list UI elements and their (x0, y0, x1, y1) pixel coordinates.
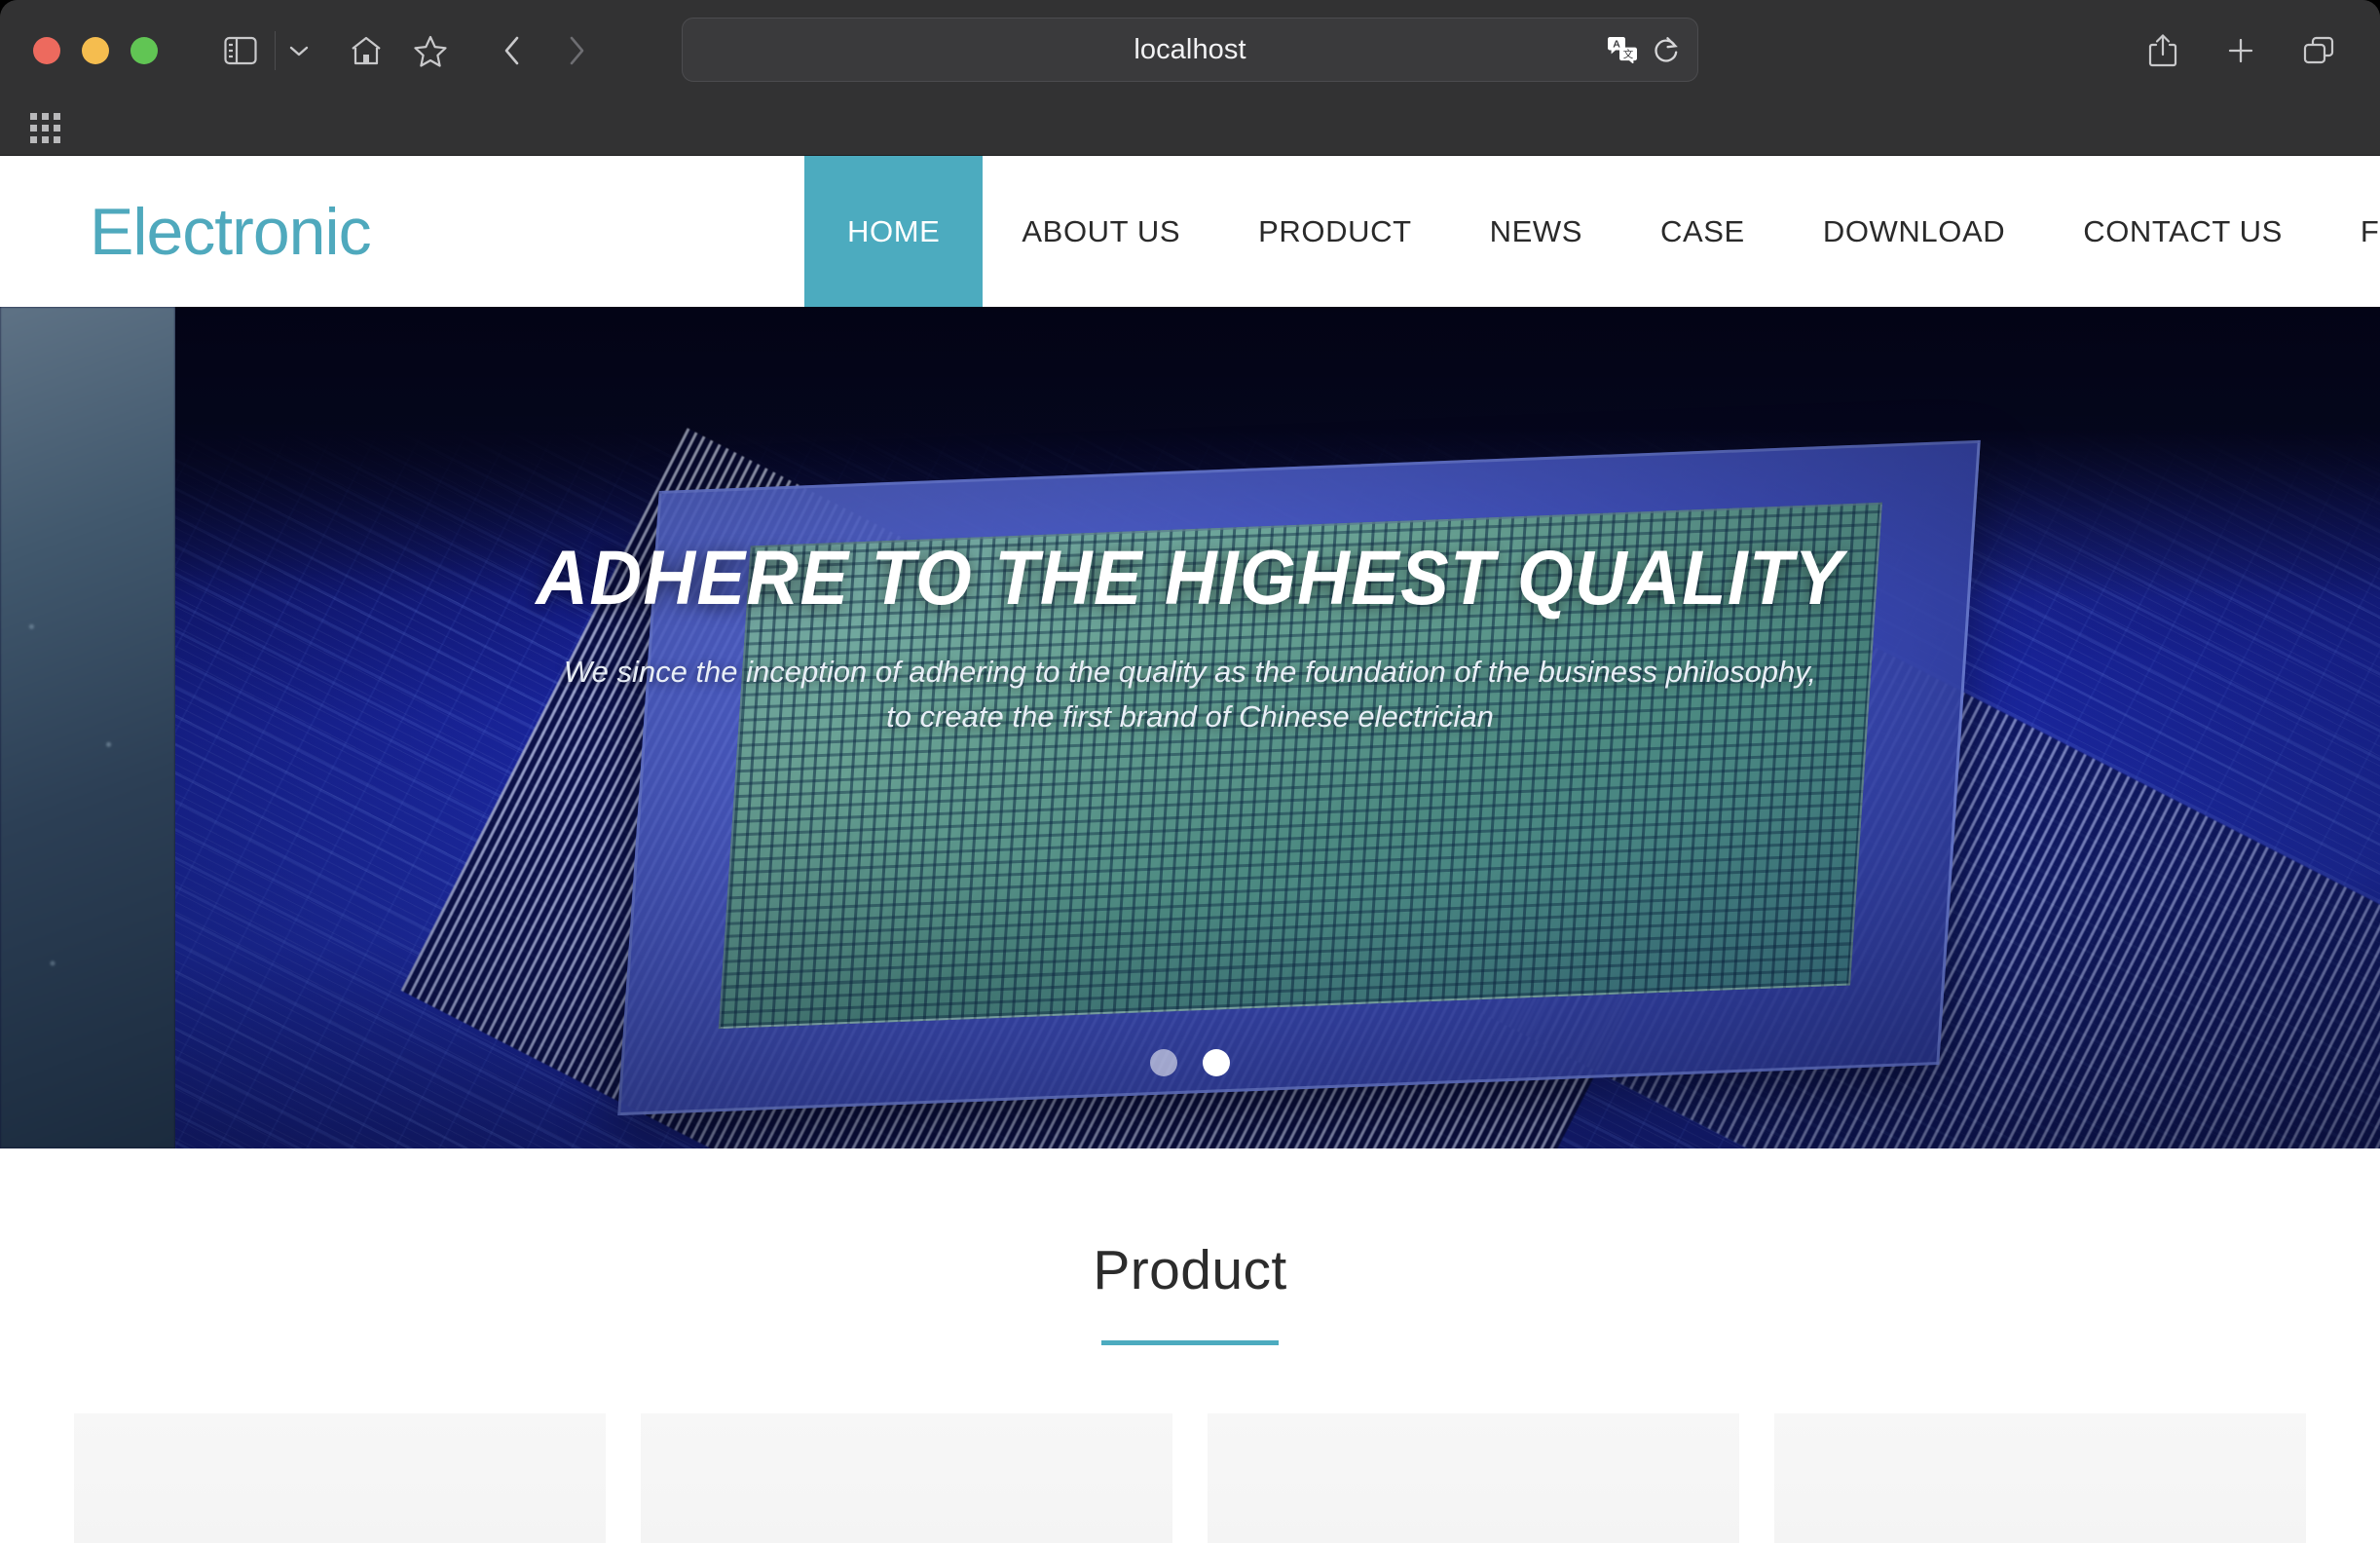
browser-toolbar: localhost A 文 (0, 0, 2380, 101)
window-controls (33, 37, 158, 64)
grid-dot (53, 113, 60, 120)
svg-text:A: A (1613, 39, 1620, 51)
sidebar-toggle-icon[interactable] (208, 19, 273, 83)
main-navigation: HOME ABOUT US PRODUCT NEWS CASE DOWNLOAD… (804, 156, 2380, 307)
translate-icon[interactable]: A 文 (1606, 36, 1639, 63)
nav-item-download[interactable]: DOWNLOAD (1784, 156, 2044, 307)
hero-subtitle-line-2: to create the first brand of Chinese ele… (886, 698, 1494, 734)
product-section: Product (0, 1148, 2380, 1543)
product-section-underline (1101, 1340, 1279, 1345)
site-logo-text: Electronic (90, 194, 372, 269)
product-card[interactable] (1774, 1413, 2306, 1543)
apps-grid-dots (29, 113, 60, 143)
grid-dot (41, 136, 49, 143)
new-tab-icon[interactable] (2209, 19, 2273, 83)
product-grid (0, 1413, 2380, 1543)
hero-copy: ADHERE TO THE HIGHEST QUALITY We since t… (0, 533, 2380, 737)
carousel-dot-1[interactable] (1150, 1049, 1177, 1076)
chevron-down-icon[interactable] (278, 19, 320, 83)
hero-subtitle-line-1: We since the inception of adhering to th… (563, 655, 1817, 689)
nav-item-contact-us[interactable]: CONTACT US (2044, 156, 2322, 307)
apps-grid-icon[interactable] (18, 106, 72, 151)
carousel-dot-2[interactable] (1203, 1049, 1230, 1076)
home-icon[interactable] (334, 19, 398, 83)
nav-item-news[interactable]: NEWS (1451, 156, 1621, 307)
minimize-window-button[interactable] (82, 37, 109, 64)
product-section-title: Product (1093, 1239, 1287, 1301)
reload-icon[interactable] (1653, 35, 1680, 64)
product-card[interactable] (641, 1413, 1172, 1543)
svg-text:文: 文 (1623, 48, 1634, 60)
grid-dot (53, 136, 60, 143)
toolbar-right-actions (2131, 0, 2351, 101)
nav-item-case[interactable]: CASE (1621, 156, 1784, 307)
back-icon[interactable] (480, 19, 544, 83)
favorites-bar (0, 101, 2380, 156)
grid-dot (41, 125, 49, 132)
address-bar-text[interactable]: localhost (1134, 34, 1246, 66)
navigation-controls (208, 19, 609, 83)
address-bar-container: localhost A 文 (682, 18, 1698, 82)
carousel-indicators (0, 1049, 2380, 1076)
hero-title: ADHERE TO THE HIGHEST QUALITY (536, 534, 1844, 621)
share-icon[interactable] (2131, 19, 2195, 83)
nav-item-product[interactable]: PRODUCT (1219, 156, 1450, 307)
browser-window: localhost A 文 Electronic HOME ABOUT US P… (0, 0, 2380, 1543)
close-window-button[interactable] (33, 37, 60, 64)
forward-icon[interactable] (544, 19, 609, 83)
grid-dot (29, 113, 37, 120)
toolbar-divider (275, 31, 276, 70)
address-bar-actions: A 文 (1606, 19, 1680, 81)
nav-item-feedback[interactable]: FEEDBACK (2322, 156, 2380, 307)
nav-item-about-us[interactable]: ABOUT US (983, 156, 1219, 307)
site-logo[interactable]: Electronic (0, 156, 804, 307)
grid-dot (29, 136, 37, 143)
grid-dot (41, 113, 49, 120)
nav-item-home[interactable]: HOME (804, 156, 984, 307)
address-bar[interactable]: localhost A 文 (682, 18, 1698, 82)
grid-dot (53, 125, 60, 132)
tab-overview-icon[interactable] (2287, 19, 2351, 83)
grid-dot (29, 125, 37, 132)
bookmarks-icon[interactable] (398, 19, 463, 83)
site-header: Electronic HOME ABOUT US PRODUCT NEWS CA… (0, 156, 2380, 307)
hero-carousel[interactable]: ADHERE TO THE HIGHEST QUALITY We since t… (0, 307, 2380, 1148)
maximize-window-button[interactable] (130, 37, 158, 64)
web-page-content: Electronic HOME ABOUT US PRODUCT NEWS CA… (0, 156, 2380, 1543)
product-card[interactable] (1208, 1413, 1739, 1543)
product-card[interactable] (74, 1413, 606, 1543)
